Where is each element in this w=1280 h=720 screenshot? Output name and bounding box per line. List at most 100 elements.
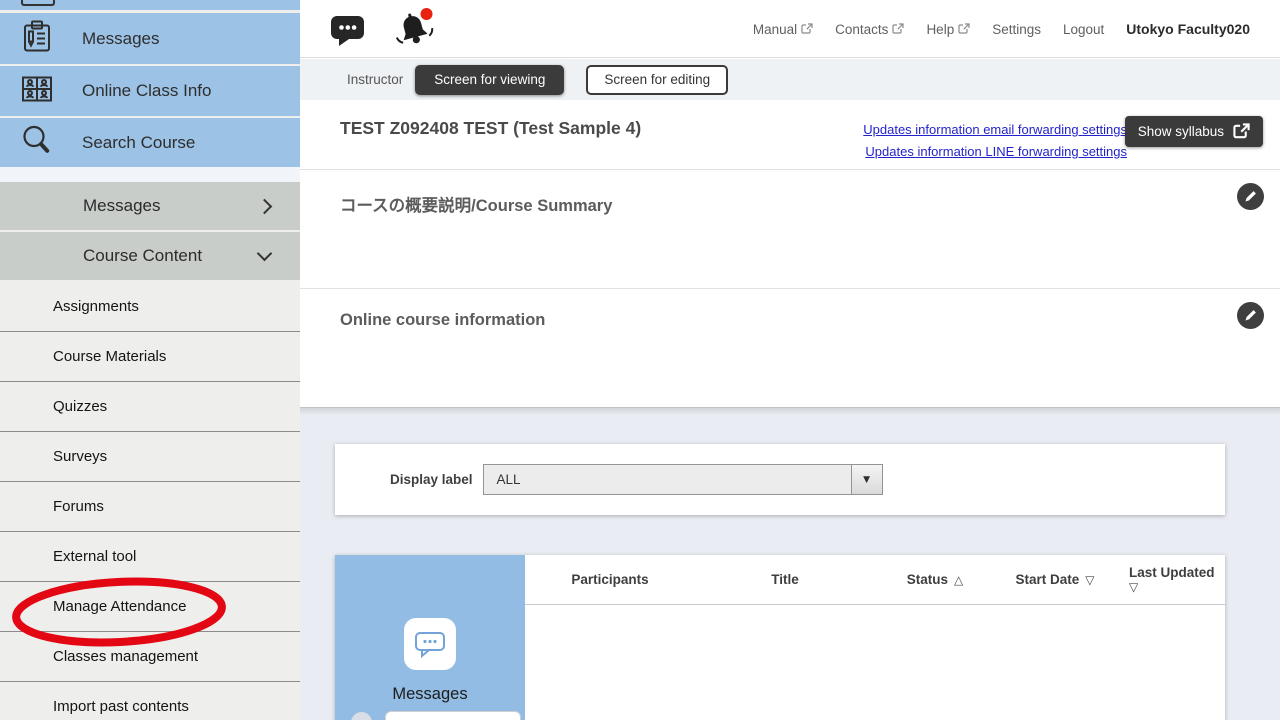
main-content: Manual Contacts Help Settings Logout U: [300, 0, 1280, 720]
clipboard-icon: [18, 17, 56, 60]
section-title: コースの概要説明/Course Summary: [340, 192, 612, 216]
topbar: Manual Contacts Help Settings Logout U: [300, 0, 1280, 58]
header-link-logout[interactable]: Logout: [1063, 22, 1104, 37]
link-label: Manual: [753, 22, 797, 37]
external-link-icon: [801, 23, 813, 35]
column-label: Title: [771, 572, 799, 587]
link-label: Logout: [1063, 22, 1104, 37]
pencil-icon: [1244, 309, 1257, 322]
partial-circle: [351, 712, 372, 720]
submenu-label: External tool: [53, 548, 136, 565]
sidebar-item-import-past-contents[interactable]: Import past contents: [0, 682, 300, 720]
link-label: Contacts: [835, 22, 888, 37]
pencil-icon: [1244, 190, 1257, 203]
tile-label: Messages: [335, 685, 525, 704]
sort-desc-icon[interactable]: ▽: [1085, 573, 1094, 587]
page-title: TEST Z092408 TEST (Test Sample 4): [340, 118, 641, 139]
column-label: Participants: [571, 572, 648, 587]
display-label-caption: Display label: [390, 472, 473, 487]
line-forwarding-link[interactable]: Updates information LINE forwarding sett…: [863, 141, 1127, 163]
sidebar-item-course-content[interactable]: Course Content: [0, 232, 300, 280]
display-label-select[interactable]: ALL ▼: [483, 464, 883, 495]
sidebar-item-quizzes[interactable]: Quizzes: [0, 382, 300, 432]
sidebar-item-manage-attendance[interactable]: Manage Attendance: [0, 582, 300, 632]
external-link-icon: [1233, 123, 1250, 140]
role-label: Instructor: [347, 72, 403, 87]
topbar-links: Manual Contacts Help Settings Logout U: [753, 0, 1250, 58]
chat-bubble-tile-icon: [404, 618, 456, 670]
user-name: Utokyo Faculty020: [1126, 21, 1250, 37]
notification-bell-icon[interactable]: [392, 5, 438, 53]
partial-button[interactable]: [385, 711, 521, 720]
sidebar-item-course-materials[interactable]: Course Materials: [0, 332, 300, 382]
sidebar-item-label: Messages: [82, 29, 159, 49]
sidebar-item-forums[interactable]: Forums: [0, 482, 300, 532]
messages-table-card: Messages Participants Title Status △: [335, 555, 1225, 720]
forwarding-links: Updates information email forwarding set…: [863, 119, 1127, 163]
sidebar-divider-strip: [0, 167, 300, 182]
cutoff-icon: [21, 0, 55, 6]
chevron-down-icon: [257, 246, 273, 262]
course-content-submenu: Assignments Course Materials Quizzes Sur…: [0, 282, 300, 720]
email-forwarding-link[interactable]: Updates information email forwarding set…: [863, 119, 1127, 141]
sidebar-item-messages-top[interactable]: Messages: [0, 13, 300, 64]
column-header-start-date[interactable]: Start Date ▽: [995, 555, 1115, 604]
sidebar-item-surveys[interactable]: Surveys: [0, 432, 300, 482]
sidebar-item-cutoff[interactable]: [0, 0, 300, 10]
submenu-label: Surveys: [53, 448, 107, 465]
edit-online-info-button[interactable]: [1237, 302, 1264, 329]
external-link-icon: [892, 23, 904, 35]
sidebar-item-messages-menu[interactable]: Messages: [0, 182, 300, 230]
sidebar-item-assignments[interactable]: Assignments: [0, 282, 300, 332]
search-icon: [18, 121, 56, 164]
header-link-help[interactable]: Help: [926, 22, 970, 37]
column-header-title[interactable]: Title: [695, 555, 875, 604]
table-header-row: Participants Title Status △ Start Date ▽: [525, 555, 1225, 605]
sort-desc-icon[interactable]: ▽: [1129, 580, 1225, 594]
chat-bubble-icon[interactable]: [330, 13, 366, 52]
link-label: Settings: [992, 22, 1041, 37]
sidebar-item-search-course[interactable]: Search Course: [0, 118, 300, 167]
show-syllabus-button[interactable]: Show syllabus: [1125, 116, 1263, 147]
sidebar: Messages Online Class Info: [0, 0, 300, 720]
filter-card: Display label ALL ▼: [335, 444, 1225, 515]
online-course-info-section: Online course information: [300, 288, 1280, 408]
column-header-last-updated[interactable]: Last Updated ▽: [1115, 555, 1225, 604]
screen-for-viewing-button[interactable]: Screen for viewing: [415, 65, 564, 95]
sidebar-item-label: Online Class Info: [82, 81, 211, 101]
header-link-manual[interactable]: Manual: [753, 22, 813, 37]
dropdown-arrow-icon[interactable]: ▼: [851, 465, 882, 494]
column-header-participants[interactable]: Participants: [525, 555, 695, 604]
submenu-label: Quizzes: [53, 398, 107, 415]
screen-for-editing-button[interactable]: Screen for editing: [586, 65, 728, 95]
sidebar-item-classes-management[interactable]: Classes management: [0, 632, 300, 682]
course-summary-section: コースの概要説明/Course Summary: [300, 169, 1280, 288]
column-header-status[interactable]: Status △: [875, 555, 995, 604]
submenu-label: Course Materials: [53, 348, 166, 365]
external-link-icon: [958, 23, 970, 35]
select-value: ALL: [497, 465, 521, 494]
menu-item-label: Course Content: [83, 246, 202, 266]
class-grid-icon: [18, 70, 56, 113]
submenu-label: Classes management: [53, 648, 198, 665]
notification-dot: [421, 8, 433, 20]
submenu-label: Manage Attendance: [53, 598, 186, 615]
chevron-right-icon: [257, 198, 273, 214]
link-label: Help: [926, 22, 954, 37]
sidebar-item-external-tool[interactable]: External tool: [0, 532, 300, 582]
sidebar-item-online-class-info[interactable]: Online Class Info: [0, 66, 300, 116]
lms-screen: Messages Online Class Info: [0, 0, 1280, 720]
column-label: Last Updated: [1129, 565, 1215, 580]
messages-category-tile[interactable]: Messages: [335, 555, 525, 720]
sort-asc-icon[interactable]: △: [954, 573, 963, 587]
edit-summary-button[interactable]: [1237, 183, 1264, 210]
view-mode-tabbar: Instructor Screen for viewing Screen for…: [300, 59, 1280, 100]
submenu-label: Assignments: [53, 298, 139, 315]
column-label: Start Date: [1015, 572, 1079, 587]
sidebar-item-label: Search Course: [82, 133, 195, 153]
menu-item-label: Messages: [83, 196, 160, 216]
header-link-contacts[interactable]: Contacts: [835, 22, 904, 37]
button-label: Show syllabus: [1138, 124, 1224, 139]
column-label: Status: [907, 572, 948, 587]
header-link-settings[interactable]: Settings: [992, 22, 1041, 37]
